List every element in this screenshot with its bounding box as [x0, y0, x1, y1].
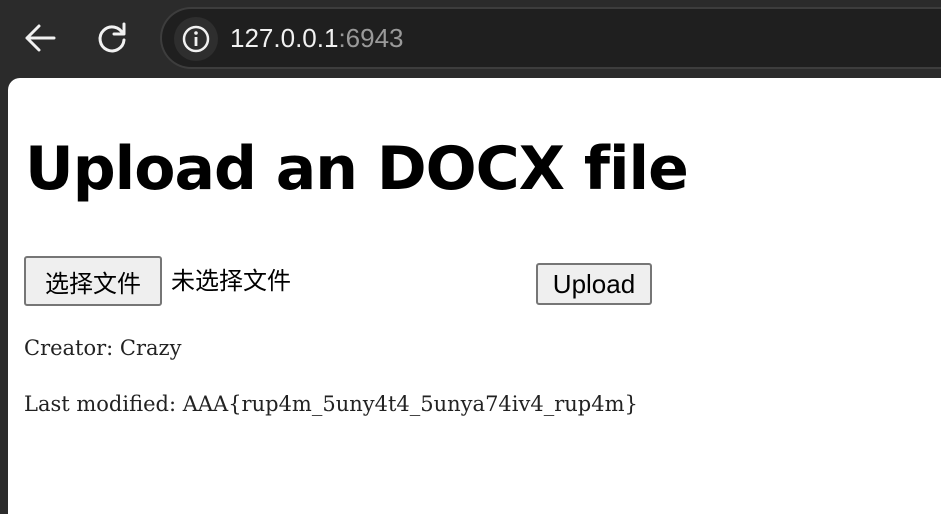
file-status-text: 未选择文件: [171, 267, 291, 295]
address-bar[interactable]: 127.0.0.1:6943: [160, 7, 941, 69]
url-text[interactable]: 127.0.0.1:6943: [230, 22, 404, 54]
page-viewport: Upload an DOCX file 选择文件 未选择文件 Upload Cr…: [8, 78, 941, 514]
last-modified-text: Last modified: AAA{rup4m_5uny4t4_5unya74…: [24, 392, 638, 416]
creator-text: Creator: Crazy: [24, 336, 182, 360]
site-info-button[interactable]: [174, 17, 218, 61]
page-title: Upload an DOCX file: [25, 134, 689, 204]
reload-button[interactable]: [88, 14, 136, 62]
choose-file-button[interactable]: 选择文件: [24, 256, 162, 306]
reload-icon: [98, 22, 126, 53]
upload-button[interactable]: Upload: [536, 263, 652, 305]
back-arrow-icon: [25, 24, 56, 52]
back-button[interactable]: [16, 14, 64, 62]
info-icon: [182, 25, 210, 53]
url-port: :6943: [338, 23, 404, 53]
url-host: 127.0.0.1: [230, 23, 339, 53]
upload-form: 选择文件 未选择文件 Upload: [24, 256, 724, 308]
browser-toolbar: 127.0.0.1:6943: [0, 0, 941, 78]
